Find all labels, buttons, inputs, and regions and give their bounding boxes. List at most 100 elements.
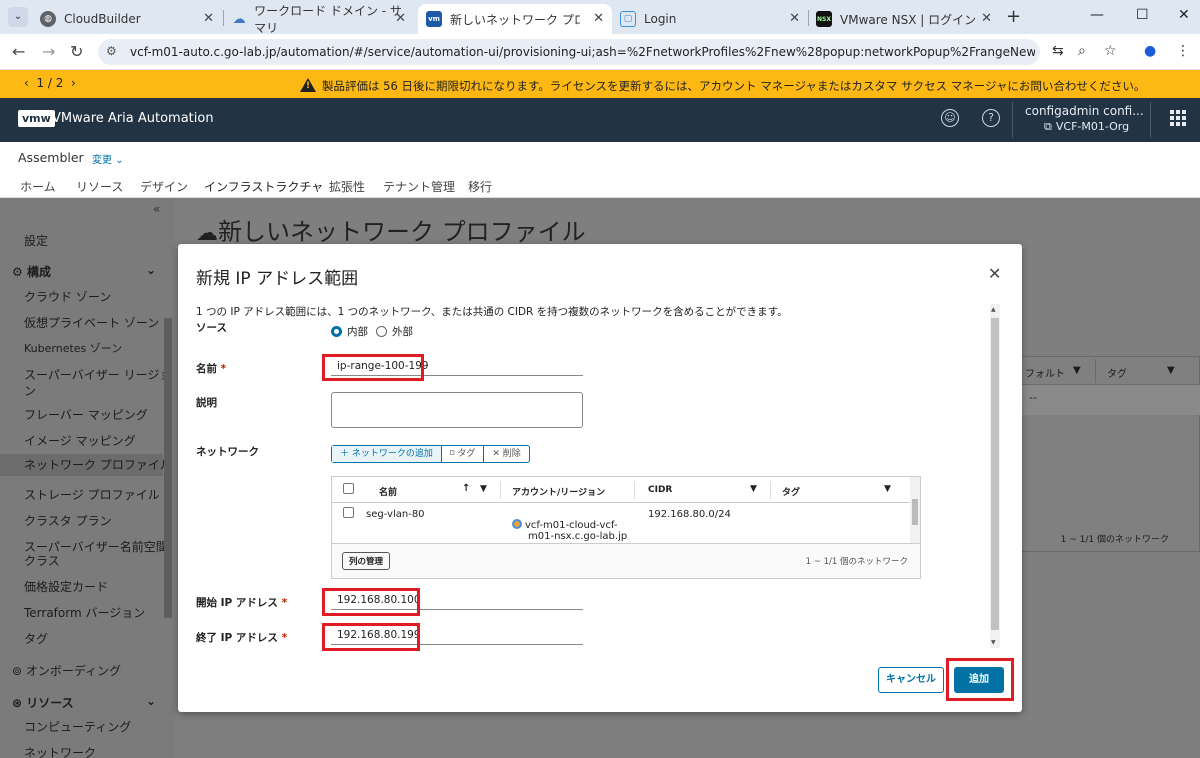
sidebar-scrollbar[interactable]	[164, 318, 172, 618]
vmw-icon: vm	[426, 11, 442, 27]
sidebar-item-pricing-cards[interactable]: 価格設定カード	[24, 578, 108, 595]
collapse-sidebar-icon[interactable]: «	[153, 202, 160, 216]
tab-resources[interactable]: リソース	[76, 178, 123, 195]
banner-pager[interactable]: ‹ 1 / 2 ›	[24, 76, 76, 90]
tab-extensibility[interactable]: 拡張性	[329, 178, 365, 195]
sidebar-item-supervisor-regions[interactable]: スーパーバイザー リージョ	[24, 366, 171, 383]
source-radio-external[interactable]: 外部	[376, 324, 413, 339]
browser-tab-cloudbuilder[interactable]: ◍ CloudBuilder ✕	[32, 4, 222, 34]
chevron-left-icon[interactable]: ‹	[24, 76, 29, 90]
tab-home[interactable]: ホーム	[20, 178, 56, 195]
column-name[interactable]: 名前	[379, 485, 397, 498]
app-launcher-icon[interactable]	[1170, 110, 1186, 126]
filter-icon[interactable]: ▼	[480, 484, 487, 494]
bookmark-star-icon[interactable]: ☆	[1104, 43, 1117, 59]
site-info-icon[interactable]: ⚙	[106, 44, 117, 58]
source-radio-internal[interactable]: 内部	[331, 324, 368, 339]
scrollbar-thumb[interactable]	[991, 318, 999, 630]
filter-icon[interactable]: ▼	[884, 484, 891, 494]
feedback-smiley-icon[interactable]: ☺	[941, 109, 959, 127]
add-network-button[interactable]: ＋ ネットワークの追加	[332, 446, 442, 462]
column-cidr[interactable]: CIDR	[648, 485, 672, 495]
sidebar-item-settings[interactable]: 設定	[24, 232, 48, 249]
browser-tab-strip: ⌄ ◍ CloudBuilder ✕ ☁ ワークロード ドメイン - サマリ ✕…	[0, 0, 1200, 35]
browser-tab-login[interactable]: ▢ Login ✕	[612, 4, 808, 34]
row-checkbox[interactable]	[343, 507, 354, 518]
org-label[interactable]: ⧉ VCF-M01-Org	[1044, 120, 1129, 134]
change-service-button[interactable]: 変更 ⌄	[92, 151, 124, 166]
chevron-right-icon[interactable]: ›	[71, 76, 76, 90]
table-row[interactable]: seg-vlan-80 vcf-m01-cloud-vcf- m01-nsx.c…	[332, 503, 910, 543]
sidebar-item-image-mappings[interactable]: イメージ マッピング	[24, 432, 136, 449]
browser-tab-network-profile[interactable]: vm 新しいネットワーク プロファイル - Ass ✕	[418, 4, 612, 34]
close-tab-icon[interactable]: ✕	[203, 11, 214, 26]
url-field[interactable]: ⚙ vcf-m01-auto.c.go-lab.jp/automation/#/…	[98, 39, 1040, 65]
sidebar-item-compute[interactable]: コンピューティング	[24, 718, 131, 735]
profile-icon[interactable]: ●	[1144, 43, 1156, 59]
translate-icon[interactable]: ⇆	[1052, 43, 1064, 59]
maximize-icon[interactable]: ☐	[1136, 7, 1149, 23]
sidebar-item-network-profiles[interactable]: ネットワーク プロファイル	[0, 454, 172, 476]
source-label: ソース	[196, 322, 227, 334]
sidebar-section-resources[interactable]: ⊛ リソース ⌄	[12, 694, 156, 711]
address-bar: ← → ↻ ⚙ vcf-m01-auto.c.go-lab.jp/automat…	[0, 34, 1200, 70]
sidebar-item-supervisor-regions-wrap[interactable]: ン	[24, 382, 36, 399]
close-icon[interactable]: ✕	[988, 264, 1001, 283]
sidebar-item-terraform-versions[interactable]: Terraform バージョン	[24, 604, 145, 621]
browser-tab-nsx[interactable]: NSX VMware NSX | ログイン ✕	[808, 4, 1000, 34]
table-row[interactable]: --	[1021, 385, 1200, 415]
delete-button[interactable]: ✕ 削除	[484, 446, 528, 462]
tag-button[interactable]: ⌑ タグ	[442, 446, 485, 462]
banner-page-count: 1 / 2	[36, 76, 64, 90]
tab-tenant-management[interactable]: テナント管理	[383, 178, 455, 195]
forward-arrow-icon[interactable]: →	[42, 42, 55, 61]
sidebar-item-network[interactable]: ネットワーク	[24, 744, 96, 758]
sidebar-item-supervisor-namespace-classes-wrap[interactable]: クラス	[24, 552, 60, 569]
tab-migration[interactable]: 移行	[468, 178, 492, 195]
close-tab-icon[interactable]: ✕	[395, 11, 406, 26]
window-close-icon[interactable]: ✕	[1178, 7, 1190, 23]
sidebar-item-tags[interactable]: タグ	[24, 630, 48, 647]
scroll-up-icon[interactable]: ▲	[991, 306, 996, 313]
filter-icon[interactable]: ▼	[750, 484, 757, 494]
end-ip-label: 終了 IP アドレス *	[196, 632, 288, 644]
select-all-checkbox[interactable]	[343, 483, 354, 494]
sidebar-item-kubernetes-zones[interactable]: Kubernetes ゾーン	[24, 340, 122, 356]
manage-columns-button[interactable]: 列の管理	[342, 552, 391, 570]
close-tab-icon[interactable]: ✕	[593, 11, 604, 26]
cancel-button[interactable]: キャンセル	[878, 667, 944, 693]
sidebar-item-cloud-zones[interactable]: クラウド ゾーン	[24, 288, 111, 305]
scrollbar-thumb[interactable]	[912, 499, 918, 525]
sidebar-item-cluster-plans[interactable]: クラスタ プラン	[24, 512, 112, 529]
column-account-region[interactable]: アカウント/リージョン	[512, 485, 605, 498]
close-tab-icon[interactable]: ✕	[981, 11, 992, 26]
sidebar-item-virtual-private-zones[interactable]: 仮想プライベート ゾーン	[24, 314, 159, 331]
filter-icon[interactable]: ▼	[1167, 365, 1175, 376]
required-marker: *	[281, 632, 288, 644]
dialog-scrollbar[interactable]: ▲ ▼	[990, 304, 1000, 648]
browser-menu-icon[interactable]: ⋮	[1176, 43, 1190, 59]
sidebar-item-storage-profiles[interactable]: ストレージ プロファイル	[24, 486, 160, 503]
sort-arrow-icon[interactable]: ↑	[462, 483, 470, 494]
grid-scrollbar[interactable]	[910, 477, 920, 543]
close-tab-icon[interactable]: ✕	[789, 11, 800, 26]
zoom-icon[interactable]: ⌕	[1078, 43, 1086, 59]
new-tab-plus-icon[interactable]: +	[1006, 6, 1021, 27]
scroll-down-icon[interactable]: ▼	[991, 639, 996, 646]
help-icon[interactable]: ?	[982, 109, 1000, 127]
user-menu[interactable]: configadmin confi...	[1025, 104, 1144, 118]
sidebar-section-onboarding[interactable]: ⊚ オンボーディング	[12, 662, 121, 679]
sidebar-section-configuration[interactable]: ⚙ 構成 ⌄	[12, 263, 156, 280]
tab-design[interactable]: デザイン	[140, 178, 188, 195]
tab-search-chevron-icon[interactable]: ⌄	[8, 7, 28, 27]
back-arrow-icon[interactable]: ←	[12, 42, 25, 61]
reload-icon[interactable]: ↻	[70, 42, 83, 61]
sidebar-item-flavor-mappings[interactable]: フレーバー マッピング	[24, 406, 148, 423]
browser-tab-workload-domain[interactable]: ☁ ワークロード ドメイン - サマリ ✕	[224, 4, 414, 35]
tab-title: 新しいネットワーク プロファイル - Ass	[450, 12, 580, 27]
filter-icon[interactable]: ▼	[1073, 365, 1081, 376]
tab-infrastructure[interactable]: インフラストラクチャ	[204, 178, 324, 203]
description-textarea[interactable]	[331, 392, 583, 428]
column-tag[interactable]: タグ	[782, 485, 800, 498]
minimize-icon[interactable]: —	[1090, 7, 1104, 23]
